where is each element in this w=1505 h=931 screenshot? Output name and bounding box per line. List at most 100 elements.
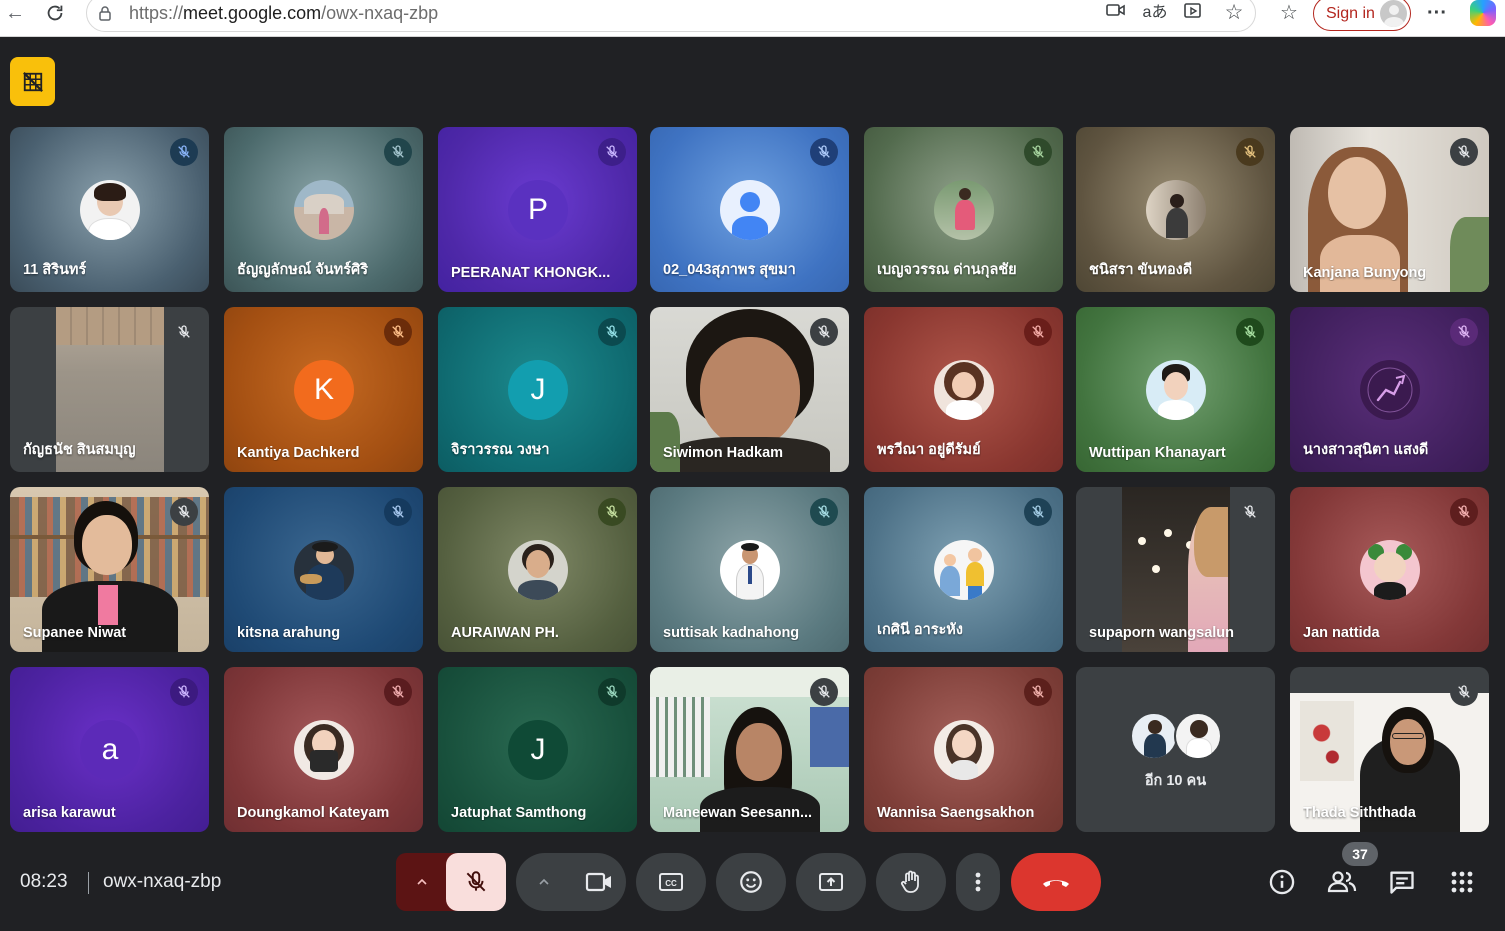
mic-toggle-button[interactable]: [446, 853, 506, 911]
more-vert-icon: [975, 872, 981, 892]
people-icon: [1327, 871, 1357, 893]
mic-off-icon: [1236, 498, 1264, 526]
emoji-button[interactable]: [716, 853, 786, 911]
mic-off-icon: [1236, 318, 1264, 346]
participant-video-tile[interactable]: supaporn wangsalun: [1076, 487, 1275, 652]
mic-off-icon: [1236, 138, 1264, 166]
sign-in-label: Sign in: [1326, 5, 1375, 22]
participant-initial-avatar: K: [294, 360, 354, 420]
participant-tile[interactable]: kitsna arahung: [224, 487, 423, 652]
participant-tile[interactable]: K Kantiya Dachkerd: [224, 307, 423, 472]
participant-tile[interactable]: เกศินี อาระหัง: [864, 487, 1063, 652]
participant-tile[interactable]: AURAIWAN PH.: [438, 487, 637, 652]
mic-off-icon: [1450, 318, 1478, 346]
participant-avatar: [934, 720, 994, 780]
mic-off-icon: [598, 138, 626, 166]
grid-off-icon: [22, 71, 43, 92]
participant-count-badge: 37: [1342, 842, 1378, 866]
participant-tile[interactable]: เบญจวรรณ ด่านกุลชัย: [864, 127, 1063, 292]
participant-tile[interactable]: ชนิสรา ขันทองดี: [1076, 127, 1275, 292]
chat-button[interactable]: [1386, 866, 1418, 898]
emoji-icon: [740, 871, 762, 893]
participant-tile[interactable]: Doungkamol Kateyam: [224, 667, 423, 832]
mic-off-icon: [1024, 678, 1052, 706]
camera-options-button[interactable]: [516, 853, 571, 911]
more-options-button[interactable]: [956, 853, 1000, 911]
participant-tile[interactable]: J จิราวรรณ วงษา: [438, 307, 637, 472]
participant-name: เบญจวรรณ ด่านกุลชัย: [877, 262, 1017, 278]
mic-off-icon: [170, 318, 198, 346]
participant-avatar: [508, 540, 568, 600]
activities-button[interactable]: [1446, 866, 1478, 898]
end-call-icon: [1043, 880, 1069, 887]
camera-icon[interactable]: [1103, 2, 1129, 26]
participant-name: PEERANAT KHONGK...: [451, 265, 611, 281]
leave-call-button[interactable]: [1011, 853, 1101, 911]
people-button[interactable]: [1326, 866, 1358, 898]
more-icon[interactable]: ···: [1424, 2, 1450, 26]
participant-avatar: [720, 540, 780, 600]
layout-badge-button[interactable]: [10, 57, 55, 106]
raise-hand-button[interactable]: [876, 853, 946, 911]
participant-avatar: [934, 180, 994, 240]
reload-icon[interactable]: [40, 2, 70, 26]
participant-initial-avatar: a: [80, 720, 140, 780]
participant-video-tile[interactable]: Maneewan Seesann...: [650, 667, 849, 832]
address-bar[interactable]: https://meet.google.com/owx-nxaq-zbp: [86, 0, 1256, 32]
meeting-code: owx-nxaq-zbp: [103, 871, 222, 892]
participant-video-tile[interactable]: Kanjana Bunyong: [1290, 127, 1489, 292]
participant-tile[interactable]: a arisa karawut: [10, 667, 209, 832]
participant-tile[interactable]: 11 สิรินทร์: [10, 127, 209, 292]
participant-video-tile[interactable]: Supanee Niwat: [10, 487, 209, 652]
participant-tile[interactable]: 02_043สุภาพร สุขมา: [650, 127, 849, 292]
mic-off-icon: [598, 318, 626, 346]
participant-initial: J: [530, 373, 546, 406]
participant-tile[interactable]: ธัญญลักษณ์ จันทร์ศิริ: [224, 127, 423, 292]
favorites-icon[interactable]: ☆: [1276, 2, 1302, 26]
url-text[interactable]: https://meet.google.com/owx-nxaq-zbp: [129, 3, 438, 24]
more-participants-tile[interactable]: อีก 10 คน: [1076, 667, 1275, 832]
captions-button[interactable]: CC: [636, 853, 706, 911]
mic-options-button[interactable]: [396, 853, 448, 911]
participant-tile[interactable]: Wuttipan Khanayart: [1076, 307, 1275, 472]
participant-tile[interactable]: Jan nattida: [1290, 487, 1489, 652]
participant-tile[interactable]: suttisak kadnahong: [650, 487, 849, 652]
participant-tile[interactable]: J Jatuphat Samthong: [438, 667, 637, 832]
participant-tile[interactable]: พรวีณา อยู่ดีรัมย์: [864, 307, 1063, 472]
participant-avatar: [1130, 712, 1178, 760]
immersive-reader-icon[interactable]: [1181, 2, 1207, 26]
participant-avatar: [934, 360, 994, 420]
url-scheme: https://: [129, 3, 184, 23]
participant-name: Maneewan Seesann...: [663, 805, 813, 821]
participant-name: kitsna arahung: [237, 625, 341, 641]
participant-name: ธัญญลักษณ์ จันทร์ศิริ: [237, 262, 369, 278]
participant-video-tile[interactable]: Siwimon Hadkam: [650, 307, 849, 472]
chevron-up-icon: [417, 878, 427, 885]
star-icon[interactable]: ☆: [1221, 2, 1247, 26]
participant-name: ชนิสรา ขันทองดี: [1089, 262, 1193, 278]
sign-in-button[interactable]: Sign in: [1313, 0, 1411, 31]
participant-initial: a: [101, 733, 119, 766]
participant-name: Kanjana Bunyong: [1303, 265, 1427, 281]
participant-avatar: [294, 180, 354, 240]
present-button[interactable]: [796, 853, 866, 911]
mic-off-icon: [384, 138, 412, 166]
participant-tile[interactable]: P PEERANAT KHONGK...: [438, 127, 637, 292]
camera-toggle-button[interactable]: [571, 853, 626, 911]
chevron-up-icon: [538, 878, 549, 885]
meeting-info-button[interactable]: [1266, 866, 1298, 898]
translate-icon[interactable]: aあ: [1142, 2, 1168, 26]
mic-group: [396, 853, 506, 911]
participant-video-tile[interactable]: กัญธนัช สินสมบุญ: [10, 307, 209, 472]
back-icon[interactable]: ←: [0, 2, 30, 26]
meeting-clock: 08:23: [20, 871, 68, 892]
mic-off-icon: [598, 678, 626, 706]
mic-off-icon: [170, 498, 198, 526]
participant-name: Wannisa Saengsakhon: [877, 805, 1035, 821]
participant-video-tile[interactable]: Thada Siththada: [1290, 667, 1489, 832]
mic-off-icon: [810, 678, 838, 706]
participant-tile[interactable]: นางสาวสุนิตา แสงดี: [1290, 307, 1489, 472]
participant-tile[interactable]: Wannisa Saengsakhon: [864, 667, 1063, 832]
copilot-icon[interactable]: [1470, 0, 1496, 26]
lock-icon[interactable]: [97, 5, 113, 21]
